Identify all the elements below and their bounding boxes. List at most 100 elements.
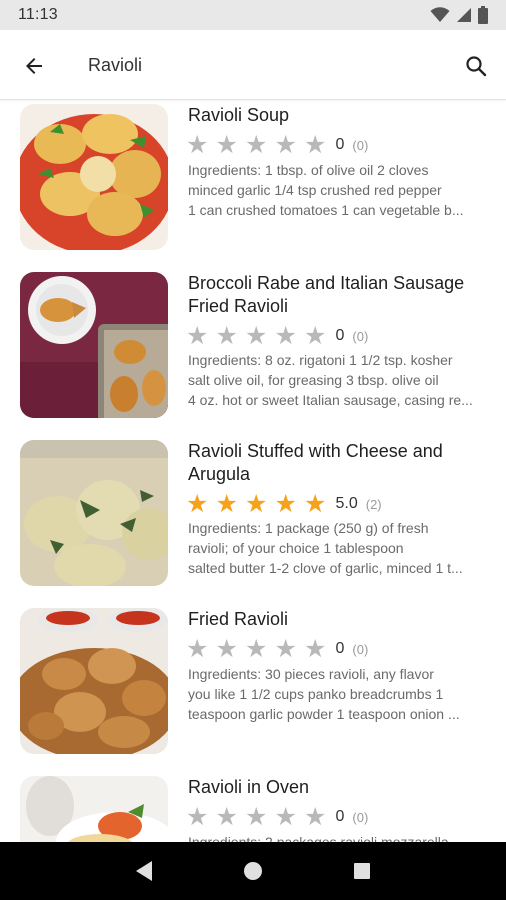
recipe-item[interactable]: Ravioli in Oven ★ ★ ★ ★ ★ 0 (0) Ingredie… bbox=[0, 772, 506, 842]
ingredients-line: Ingredients: 1 tbsp. of olive oil 2 clov… bbox=[188, 162, 429, 178]
star-icon: ★ bbox=[186, 131, 209, 159]
system-nav-bar bbox=[0, 842, 506, 900]
star-icon: ★ bbox=[186, 322, 209, 350]
star-icon: ★ bbox=[304, 635, 327, 663]
recipe-ingredients: Ingredients: 1 tbsp. of olive oil 2 clov… bbox=[188, 160, 496, 220]
wifi-icon bbox=[430, 7, 450, 22]
recipe-title-line: Fried Ravioli bbox=[188, 609, 289, 629]
ingredients-line: Ingredients: 2 packages ravioli mozzarel… bbox=[188, 834, 449, 842]
star-icon: ★ bbox=[274, 131, 297, 159]
ingredients-line: Ingredients: 8 oz. rigatoni 1 1/2 tsp. k… bbox=[188, 352, 453, 368]
rating-count: (0) bbox=[352, 137, 369, 153]
search-input[interactable] bbox=[88, 52, 428, 78]
recipe-ingredients: Ingredients: 8 oz. rigatoni 1 1/2 tsp. k… bbox=[188, 350, 496, 410]
star-icon: ★ bbox=[215, 322, 238, 350]
back-button[interactable] bbox=[18, 50, 50, 82]
recipe-ingredients: Ingredients: 2 packages ravioli mozzarel… bbox=[188, 832, 496, 842]
arrow-back-icon bbox=[26, 58, 42, 74]
star-icon: ★ bbox=[304, 322, 327, 350]
recipe-list[interactable]: Ravioli Soup ★ ★ ★ ★ ★ 0 (0) Ingredients… bbox=[0, 100, 506, 842]
star-icon: ★ bbox=[274, 635, 297, 663]
star-icon: ★ bbox=[245, 322, 268, 350]
nav-back-button[interactable] bbox=[124, 851, 164, 891]
nav-home-button[interactable] bbox=[233, 851, 273, 891]
ingredients-line: you like 1 1/2 cups panko breadcrumbs 1 bbox=[188, 686, 444, 702]
star-icon: ★ bbox=[304, 803, 327, 831]
recipe-item[interactable]: Fried Ravioli ★ ★ ★ ★ ★ 0 (0) Ingredient… bbox=[0, 604, 506, 772]
recipe-rating: ★ ★ ★ ★ ★ 0 (0) bbox=[186, 132, 368, 158]
star-icon: ★ bbox=[245, 131, 268, 159]
ingredients-line: Ingredients: 1 package (250 g) of fresh bbox=[188, 520, 429, 536]
recipe-title: Ravioli Stuffed with Cheese and Arugula bbox=[188, 440, 494, 486]
recipe-title-line: Broccoli Rabe and Italian Sausage bbox=[188, 273, 465, 293]
signal-icon bbox=[457, 8, 471, 22]
star-icon: ★ bbox=[245, 803, 268, 831]
recipe-item[interactable]: Ravioli Soup ★ ★ ★ ★ ★ 0 (0) Ingredients… bbox=[0, 100, 506, 268]
star-icon: ★ bbox=[215, 490, 238, 518]
battery-icon bbox=[478, 6, 488, 24]
rating-count: (0) bbox=[352, 641, 369, 657]
recipe-title-line: Arugula bbox=[188, 464, 251, 484]
star-icon: ★ bbox=[274, 490, 297, 518]
recipe-thumbnail bbox=[20, 440, 168, 586]
nav-back-icon bbox=[136, 861, 153, 881]
status-bar: 11:13 bbox=[0, 0, 506, 30]
rating-count: (2) bbox=[365, 496, 382, 512]
star-icon: ★ bbox=[274, 322, 297, 350]
status-time: 11:13 bbox=[18, 6, 58, 23]
star-icon: ★ bbox=[245, 635, 268, 663]
rating-value: 0 bbox=[335, 327, 345, 344]
rating-count: (0) bbox=[352, 809, 369, 825]
ingredients-line: 4 oz. hot or sweet Italian sausage, casi… bbox=[188, 392, 473, 408]
recipe-title: Ravioli Soup bbox=[188, 104, 494, 127]
search-button[interactable] bbox=[460, 50, 492, 82]
nav-recents-icon bbox=[353, 863, 370, 879]
ingredients-line: teaspoon garlic powder 1 teaspoon onion … bbox=[188, 706, 460, 722]
recipe-ingredients: Ingredients: 30 pieces ravioli, any flav… bbox=[188, 664, 496, 724]
ingredients-line: Ingredients: 30 pieces ravioli, any flav… bbox=[188, 666, 434, 682]
search-icon bbox=[466, 56, 487, 77]
recipe-title: Broccoli Rabe and Italian Sausage Fried … bbox=[188, 272, 494, 318]
rating-value: 0 bbox=[335, 640, 345, 657]
star-icon: ★ bbox=[186, 490, 209, 518]
star-icon: ★ bbox=[186, 803, 209, 831]
ingredients-line: salted butter 1-2 clove of garlic, mince… bbox=[188, 560, 463, 576]
rating-value: 0 bbox=[335, 136, 345, 153]
recipe-thumbnail bbox=[20, 272, 168, 418]
rating-value: 0 bbox=[335, 808, 345, 825]
recipe-rating: ★ ★ ★ ★ ★ 5.0 (2) bbox=[186, 491, 382, 517]
star-icon: ★ bbox=[215, 131, 238, 159]
ingredients-line: salt olive oil, for greasing 3 tbsp. oli… bbox=[188, 372, 439, 388]
recipe-item[interactable]: Ravioli Stuffed with Cheese and Arugula … bbox=[0, 436, 506, 604]
recipe-rating: ★ ★ ★ ★ ★ 0 (0) bbox=[186, 323, 368, 349]
ingredients-line: 1 can crushed tomatoes 1 can vegetable b… bbox=[188, 202, 464, 218]
ingredients-line: minced garlic 1/4 tsp crushed red pepper bbox=[188, 182, 442, 198]
nav-home-icon bbox=[243, 862, 262, 880]
app-bar bbox=[0, 30, 506, 100]
nav-recents-button[interactable] bbox=[342, 851, 382, 891]
recipe-title-line: Ravioli Stuffed with Cheese and bbox=[188, 441, 443, 461]
star-icon: ★ bbox=[304, 131, 327, 159]
recipe-title: Fried Ravioli bbox=[188, 608, 494, 631]
recipe-title: Ravioli in Oven bbox=[188, 776, 494, 799]
star-icon: ★ bbox=[245, 490, 268, 518]
recipe-item[interactable]: Broccoli Rabe and Italian Sausage Fried … bbox=[0, 268, 506, 436]
recipe-rating: ★ ★ ★ ★ ★ 0 (0) bbox=[186, 636, 368, 662]
recipe-thumbnail bbox=[20, 608, 168, 754]
recipe-title-line: Fried Ravioli bbox=[188, 296, 289, 316]
recipe-title-line: Ravioli in Oven bbox=[188, 777, 310, 797]
recipe-rating: ★ ★ ★ ★ ★ 0 (0) bbox=[186, 804, 368, 830]
recipe-thumbnail bbox=[20, 104, 168, 250]
rating-value: 5.0 bbox=[335, 495, 358, 512]
star-icon: ★ bbox=[274, 803, 297, 831]
recipe-title-line: Ravioli Soup bbox=[188, 105, 290, 125]
recipe-thumbnail bbox=[20, 776, 168, 842]
star-icon: ★ bbox=[215, 635, 238, 663]
recipe-ingredients: Ingredients: 1 package (250 g) of fresh … bbox=[188, 518, 496, 578]
status-icons bbox=[430, 6, 488, 24]
star-icon: ★ bbox=[215, 803, 238, 831]
ingredients-line: ravioli; of your choice 1 tablespoon bbox=[188, 540, 404, 556]
star-icon: ★ bbox=[304, 490, 327, 518]
star-icon: ★ bbox=[186, 635, 209, 663]
rating-count: (0) bbox=[352, 328, 369, 344]
